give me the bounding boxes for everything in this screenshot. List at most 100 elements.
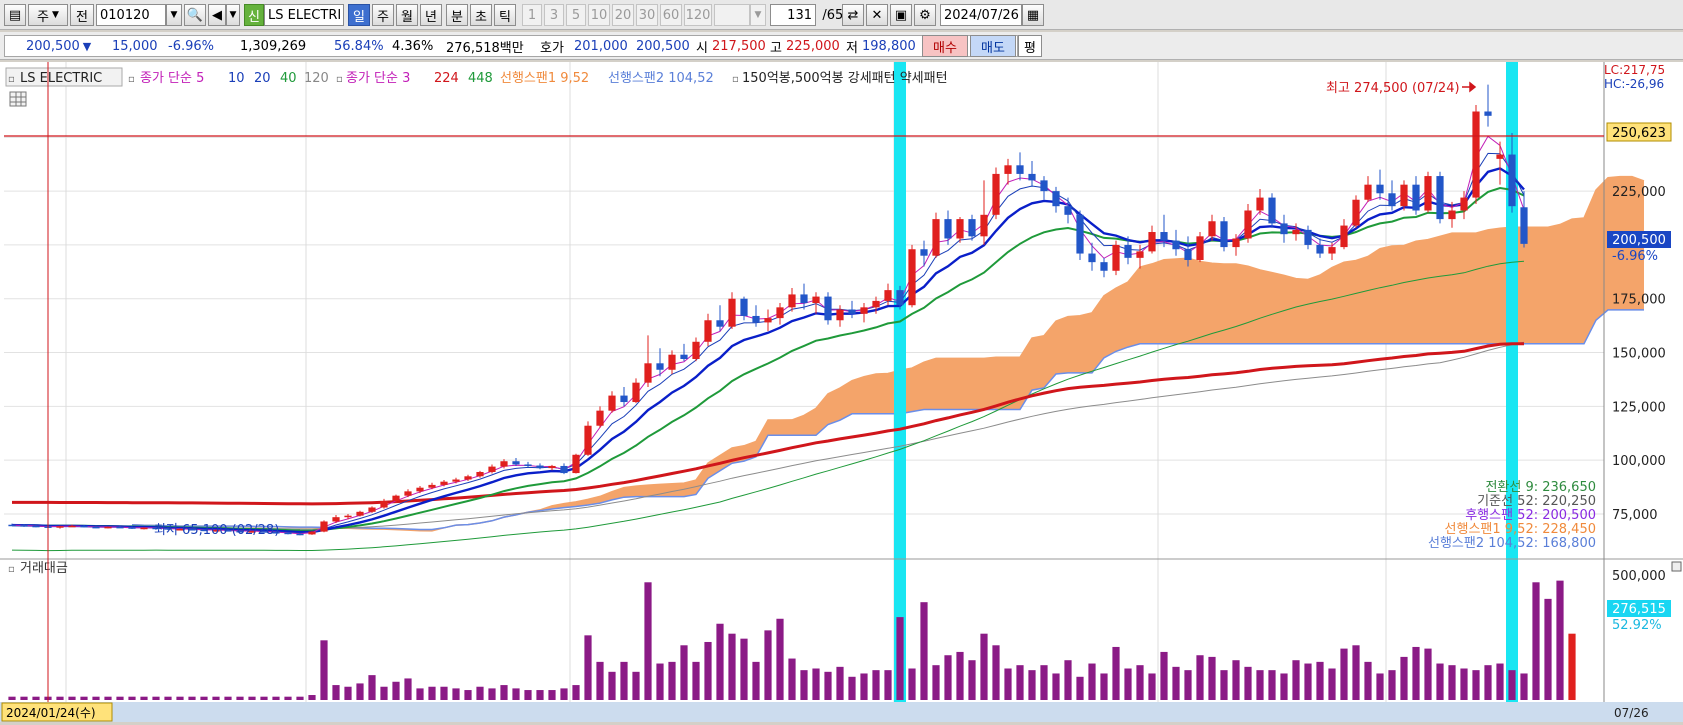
- down-arrow-icon: ▼: [83, 40, 91, 53]
- volume-bar: [416, 688, 423, 700]
- volume-bar: [632, 672, 639, 700]
- interval-custom-input[interactable]: [714, 4, 750, 26]
- candle-body: [1232, 238, 1239, 247]
- candle-body: [1448, 211, 1455, 220]
- stock-code-input[interactable]: 010120: [96, 4, 166, 26]
- tab-day[interactable]: 일: [348, 4, 370, 26]
- volume-bar: [224, 697, 231, 700]
- code-dropdown-icon[interactable]: ▼: [166, 4, 182, 26]
- candle-body: [692, 342, 699, 359]
- cloud-segment: [1152, 260, 1164, 344]
- volume-bar: [968, 660, 975, 700]
- candle-body: [1244, 211, 1251, 239]
- cloud-segment: [1260, 270, 1272, 344]
- high-label: 고: [770, 36, 782, 56]
- interval-30[interactable]: 30: [636, 4, 658, 26]
- cloud-segment: [1296, 279, 1308, 344]
- candle-body: [1088, 254, 1095, 263]
- zoom-icon[interactable]: ⇄: [842, 4, 864, 26]
- volume-bar: [1244, 667, 1251, 700]
- candle-body: [512, 461, 519, 464]
- crosshair-icon[interactable]: ✕: [866, 4, 888, 26]
- candle-body: [1304, 230, 1311, 245]
- volume-bar: [1136, 665, 1143, 700]
- volume-bar: [800, 670, 807, 700]
- save-icon[interactable]: ▣: [890, 4, 912, 26]
- buy-button[interactable]: 매수: [922, 35, 968, 57]
- interval-60[interactable]: 60: [660, 4, 682, 26]
- interval-5[interactable]: 5: [566, 4, 586, 26]
- tab-minute[interactable]: 분: [446, 4, 468, 26]
- candle-body: [1292, 230, 1299, 234]
- stock-name-field[interactable]: LS ELECTRI: [264, 4, 344, 26]
- date-input[interactable]: 2024/07/26: [940, 4, 1022, 26]
- volume-bar: [824, 672, 831, 700]
- candle-body: [524, 464, 531, 466]
- bar-count-input[interactable]: 131: [770, 4, 816, 26]
- candle-body: [656, 363, 663, 369]
- window-menu-icon[interactable]: ▤: [4, 4, 26, 26]
- speaker-dropdown-icon[interactable]: ▼: [226, 4, 240, 26]
- legend-stock-name: LS ELECTRIC: [20, 71, 102, 86]
- candle-body: [536, 466, 543, 469]
- chevron-down-icon: ▼: [52, 10, 59, 20]
- speaker-icon[interactable]: ◀: [208, 4, 226, 26]
- y-tick-label: 225,000: [1612, 185, 1666, 200]
- gear-icon[interactable]: ⚙: [914, 4, 936, 26]
- tab-second[interactable]: 초: [470, 4, 492, 26]
- volume-bar: [1508, 670, 1515, 700]
- interval-20[interactable]: 20: [612, 4, 634, 26]
- chart-svg[interactable]: 75,000100,000125,000150,000175,000225,00…: [0, 62, 1683, 722]
- legend-ma1-10: 10: [228, 71, 245, 86]
- calendar-icon[interactable]: ▦: [1022, 4, 1044, 26]
- volume-bar: [932, 665, 939, 700]
- volume-pct-text: 52.92%: [1612, 618, 1662, 633]
- cloud-segment: [912, 362, 924, 411]
- search-icon[interactable]: 🔍: [184, 4, 206, 26]
- candle-body: [644, 363, 651, 382]
- volume-bar: [1112, 647, 1119, 700]
- volume-bar: [296, 697, 303, 700]
- tab-week[interactable]: 주: [372, 4, 394, 26]
- tab-year[interactable]: 년: [420, 4, 442, 26]
- interval-dropdown-icon[interactable]: ▼: [750, 4, 766, 26]
- volume-bar: [1544, 599, 1551, 700]
- volume-bar: [1460, 669, 1467, 701]
- volume-bar: [1064, 660, 1071, 700]
- interval-10[interactable]: 10: [588, 4, 610, 26]
- period-mode-label: 주: [37, 6, 49, 25]
- panel-minimize-icon[interactable]: [1672, 562, 1681, 571]
- volume-bar: [284, 697, 291, 700]
- volume-bar: [20, 697, 27, 700]
- ask-label: 호가: [540, 36, 564, 56]
- candle-body: [1040, 180, 1047, 191]
- volume-bar: [1436, 664, 1443, 700]
- current-price-badge-text: 200,500: [1612, 233, 1666, 248]
- tab-tick[interactable]: 틱: [494, 4, 516, 26]
- candle-body: [752, 316, 759, 322]
- candle-body: [824, 297, 831, 321]
- volume-bar: [1532, 582, 1539, 700]
- candle-body: [596, 411, 603, 426]
- eval-button[interactable]: 평: [1018, 35, 1042, 57]
- chart-area[interactable]: 75,000100,000125,000150,000175,000225,00…: [0, 62, 1683, 722]
- volume-bar: [836, 667, 843, 700]
- interval-3[interactable]: 3: [544, 4, 564, 26]
- interval-120[interactable]: 120: [684, 4, 712, 26]
- volume-axis-top: 500,000: [1612, 569, 1666, 584]
- new-badge: 신: [244, 4, 264, 26]
- prev-button[interactable]: 전: [70, 4, 94, 26]
- candle-body: [1328, 247, 1335, 253]
- candle-body: [404, 491, 411, 495]
- candle-body: [1172, 241, 1179, 250]
- cloud-segment: [780, 420, 792, 435]
- interval-1[interactable]: 1: [522, 4, 542, 26]
- period-mode-select[interactable]: 주▼: [28, 4, 68, 26]
- sell-button[interactable]: 매도: [970, 35, 1016, 57]
- tab-month[interactable]: 월: [396, 4, 418, 26]
- table-icon[interactable]: [10, 92, 26, 106]
- open-label: 시: [696, 36, 708, 56]
- candle-body: [1124, 245, 1131, 258]
- volume-bar: [980, 634, 987, 700]
- candle-body: [488, 467, 495, 472]
